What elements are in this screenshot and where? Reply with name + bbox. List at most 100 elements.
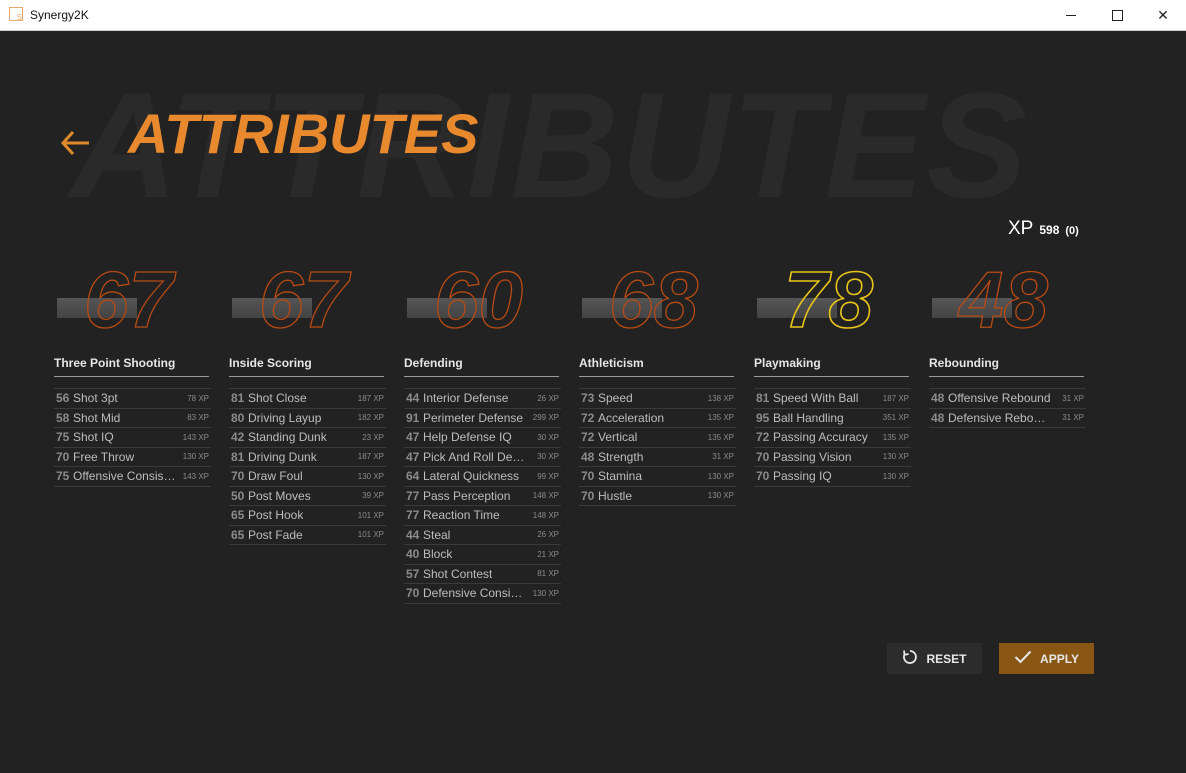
attribute-row[interactable]: 77 Reaction Time 148 XP <box>404 506 561 526</box>
attribute-row[interactable]: 70 Stamina 130 XP <box>579 467 736 487</box>
attribute-row[interactable]: 47 Help Defense IQ 30 XP <box>404 428 561 448</box>
attribute-xp-cost: 81 XP <box>537 569 559 579</box>
attribute-row[interactable]: 56 Shot 3pt 78 XP <box>54 389 211 409</box>
attribute-row[interactable]: 75 Shot IQ 143 XP <box>54 428 211 448</box>
attribute-value: 57 <box>406 566 420 581</box>
attribute-row[interactable]: 81 Shot Close 187 XP <box>229 389 386 409</box>
attribute-row[interactable]: 95 Ball Handling 351 XP <box>754 409 911 428</box>
attribute-row[interactable]: 58 Shot Mid 83 XP <box>54 409 211 428</box>
attribute-name: Offensive Consiste... <box>73 469 177 484</box>
attribute-row[interactable]: 70 Passing Vision 130 XP <box>754 448 911 467</box>
attribute-row[interactable]: 77 Pass Perception 148 XP <box>404 487 561 506</box>
attribute-value: 65 <box>231 508 245 523</box>
attribute-row[interactable]: 70 Defensive Consiste... 130 XP <box>404 584 561 604</box>
minimize-button[interactable] <box>1048 0 1094 30</box>
attribute-name: Perimeter Defense <box>423 410 524 425</box>
attribute-xp-cost: 130 XP <box>707 491 734 501</box>
attribute-name: Interior Defense <box>423 391 509 406</box>
attribute-name: Acceleration <box>598 410 665 425</box>
attribute-row[interactable]: 47Pick And Roll Defen... 30 XP <box>404 448 561 467</box>
attribute-xp-cost: 351 XP <box>882 413 909 423</box>
attribute-name: Passing Vision <box>773 449 852 464</box>
attribute-xp-cost: 39 XP <box>362 491 384 501</box>
apply-button[interactable]: APPLY <box>999 643 1094 674</box>
attribute-value: 48 <box>581 449 595 464</box>
attribute-name: Shot Mid <box>73 410 121 425</box>
attribute-row[interactable]: 91 Perimeter Defense 299 XP <box>404 409 561 428</box>
attribute-row[interactable]: 72 Vertical 135 XP <box>579 428 736 448</box>
attribute-row[interactable]: 81 Speed With Ball 187 XP <box>754 389 911 409</box>
attribute-row[interactable]: 65 Post Fade 101 XP <box>229 526 386 545</box>
attribute-row[interactable]: 57 Shot Contest 81 XP <box>404 565 561 584</box>
maximize-button[interactable] <box>1094 0 1140 30</box>
window-title: Synergy2K <box>30 8 89 22</box>
attribute-value: 50 <box>231 488 245 503</box>
category-rating: 60 <box>433 255 523 344</box>
attribute-row[interactable]: 80 Driving Layup 182 XP <box>229 409 386 428</box>
attribute-xp-cost: 31 XP <box>1062 413 1084 423</box>
attribute-row[interactable]: 48 Strength 31 XP <box>579 448 736 467</box>
attribute-xp-cost: 99 XP <box>537 471 559 481</box>
title-bar: S Synergy2K ✕ <box>0 0 1186 31</box>
attribute-row[interactable]: 75 Offensive Consiste... 143 XP <box>54 467 211 487</box>
attribute-xp-cost: 130 XP <box>357 471 384 481</box>
attribute-value: 75 <box>56 469 70 484</box>
category-rating: 67 <box>83 255 173 344</box>
attribute-value: 70 <box>581 469 595 484</box>
category-name: Three Point Shooting <box>54 356 209 377</box>
apply-label: APPLY <box>1040 651 1079 666</box>
attribute-value: 48 <box>931 391 945 406</box>
attribute-row[interactable]: 70 Free Throw 130 XP <box>54 448 211 467</box>
attribute-value: 44 <box>406 391 420 406</box>
attribute-name: Defensive Rebound <box>948 410 1052 425</box>
attribute-value: 80 <box>231 410 245 425</box>
attribute-list: 44 Interior Defense 26 XP 91 Perimeter Defen… <box>404 388 561 604</box>
attribute-xp-cost: 30 XP <box>537 452 559 462</box>
attribute-value: 42 <box>231 430 245 445</box>
attribute-xp-cost: 187 XP <box>882 393 909 403</box>
attribute-row[interactable]: 70 Draw Foul 130 XP <box>229 467 386 487</box>
attribute-value: 95 <box>756 410 770 425</box>
attribute-row[interactable]: 42 Standing Dunk 23 XP <box>229 428 386 448</box>
attribute-value: 70 <box>56 449 70 464</box>
attribute-value: 77 <box>406 488 420 503</box>
attribute-xp-cost: 101 XP <box>357 510 384 520</box>
attribute-row[interactable]: 44 Steal 26 XP <box>404 526 561 545</box>
attribute-name: Hustle <box>598 488 633 503</box>
attribute-value: 72 <box>581 410 595 425</box>
attribute-xp-cost: 148 XP <box>532 491 559 501</box>
attribute-row[interactable]: 64 Lateral Quickness 99 XP <box>404 467 561 487</box>
category-rating: 68 <box>608 255 698 344</box>
attribute-row[interactable]: 48 Offensive Rebound 31 XP <box>929 389 1086 409</box>
attribute-name: Pick And Roll Defen... <box>423 449 527 464</box>
attribute-row[interactable]: 81 Driving Dunk 187 XP <box>229 448 386 467</box>
attribute-row[interactable]: 48 Defensive Rebound 31 XP <box>929 409 1086 428</box>
attribute-xp-cost: 26 XP <box>537 393 559 403</box>
attribute-row[interactable]: 70 Hustle 130 XP <box>579 487 736 506</box>
attribute-row[interactable]: 72 Acceleration 135 XP <box>579 409 736 428</box>
attribute-row[interactable]: 50 Post Moves 39 XP <box>229 487 386 506</box>
reset-button[interactable]: RESET <box>887 643 982 674</box>
attribute-name: Shot Close <box>248 391 307 406</box>
attribute-row[interactable]: 73 Speed 138 XP <box>579 389 736 409</box>
close-button[interactable]: ✕ <box>1140 0 1186 30</box>
attribute-name: Strength <box>598 449 644 464</box>
attribute-row[interactable]: 72 Passing Accuracy 135 XP <box>754 428 911 448</box>
back-button[interactable] <box>58 126 94 166</box>
attribute-name: Draw Foul <box>248 469 303 484</box>
attribute-name: Speed <box>598 391 633 406</box>
attribute-xp-cost: 78 XP <box>187 393 209 403</box>
attribute-list: 73 Speed 138 XP 72 Acceleration 135 XP 72 Verti… <box>579 388 736 506</box>
attribute-name: Free Throw <box>73 449 135 464</box>
maximize-icon <box>1111 9 1123 21</box>
attribute-value: 70 <box>406 586 420 601</box>
attribute-value: 73 <box>581 391 595 406</box>
attribute-name: Shot Contest <box>423 566 493 581</box>
attribute-row[interactable]: 70 Passing IQ 130 XP <box>754 467 911 487</box>
attribute-xp-cost: 130 XP <box>882 452 909 462</box>
attribute-xp-cost: 299 XP <box>532 413 559 423</box>
attribute-row[interactable]: 44 Interior Defense 26 XP <box>404 389 561 409</box>
attribute-row[interactable]: 65 Post Hook 101 XP <box>229 506 386 526</box>
attribute-row[interactable]: 40 Block 21 XP <box>404 545 561 565</box>
attribute-value: 47 <box>406 430 420 445</box>
